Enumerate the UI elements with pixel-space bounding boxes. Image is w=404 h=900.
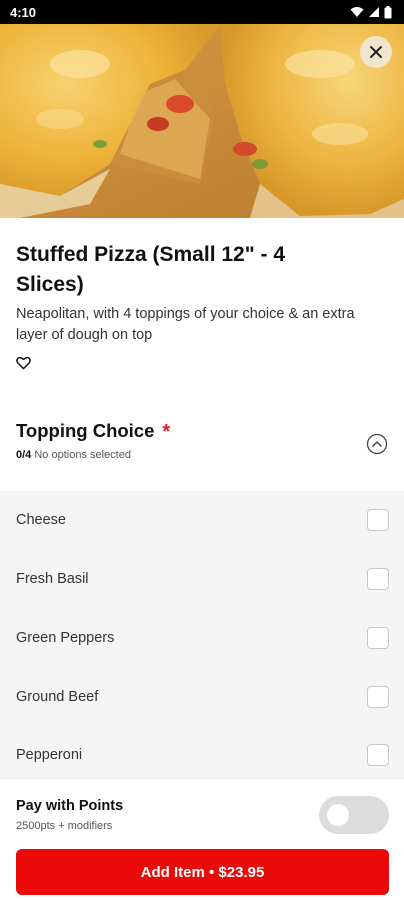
collapse-button[interactable] — [366, 433, 388, 455]
close-icon — [370, 46, 382, 58]
chevron-up-circle-icon — [366, 433, 388, 455]
wifi-icon — [350, 7, 364, 17]
required-marker: * — [162, 421, 171, 443]
option-checkbox[interactable] — [367, 568, 389, 591]
status-bar: 4:10 — [0, 0, 404, 24]
option-row-green-peppers[interactable]: Green Peppers — [0, 609, 404, 668]
option-checkbox[interactable] — [367, 626, 389, 649]
add-item-button[interactable]: Add Item • $23.95 — [16, 849, 389, 895]
selection-status: 0/4 No options selected — [16, 449, 388, 461]
option-row-cheese[interactable]: Cheese — [0, 491, 404, 550]
option-label: Cheese — [16, 512, 66, 529]
option-label: Green Peppers — [16, 629, 115, 646]
pay-with-points-toggle[interactable] — [319, 796, 389, 834]
favorite-button[interactable] — [16, 356, 32, 372]
option-label: Fresh Basil — [16, 571, 89, 588]
topping-section-header[interactable]: Topping Choice * 0/4 No options selected — [16, 420, 388, 470]
pizza-image — [0, 24, 404, 218]
option-checkbox[interactable] — [367, 685, 389, 708]
selected-count: 0/4 — [16, 449, 32, 461]
toggle-knob — [327, 804, 349, 826]
topping-options-list: Cheese Fresh Basil Green Peppers Ground … — [0, 491, 404, 779]
item-title: Stuffed Pizza (Small 12" - 4 Slices) — [16, 243, 286, 296]
option-row-ground-beef[interactable]: Ground Beef — [0, 667, 404, 726]
option-row-fresh-basil[interactable]: Fresh Basil — [0, 550, 404, 609]
item-description: Neapolitan, with 4 toppings of your choi… — [16, 306, 355, 343]
section-title: Topping Choice — [16, 420, 155, 441]
status-icons — [350, 5, 392, 19]
heart-outline-icon — [16, 356, 31, 370]
option-checkbox[interactable] — [367, 744, 389, 767]
option-label: Ground Beef — [16, 688, 99, 705]
signal-icon — [369, 7, 379, 17]
pay-with-points-title: Pay with Points — [16, 798, 124, 814]
option-row-pepperoni[interactable]: Pepperoni — [0, 726, 404, 779]
item-image — [0, 24, 404, 218]
option-checkbox[interactable] — [367, 509, 389, 532]
status-time: 4:10 — [10, 4, 37, 20]
selection-status-text: No options selected — [34, 449, 131, 461]
option-label: Pepperoni — [16, 747, 83, 764]
pay-with-points-subtitle: 2500pts + modifiers — [16, 820, 113, 832]
close-button[interactable] — [360, 36, 392, 68]
bottom-action-bar: Pay with Points 2500pts + modifiers Add … — [0, 778, 404, 900]
battery-icon — [384, 5, 392, 18]
